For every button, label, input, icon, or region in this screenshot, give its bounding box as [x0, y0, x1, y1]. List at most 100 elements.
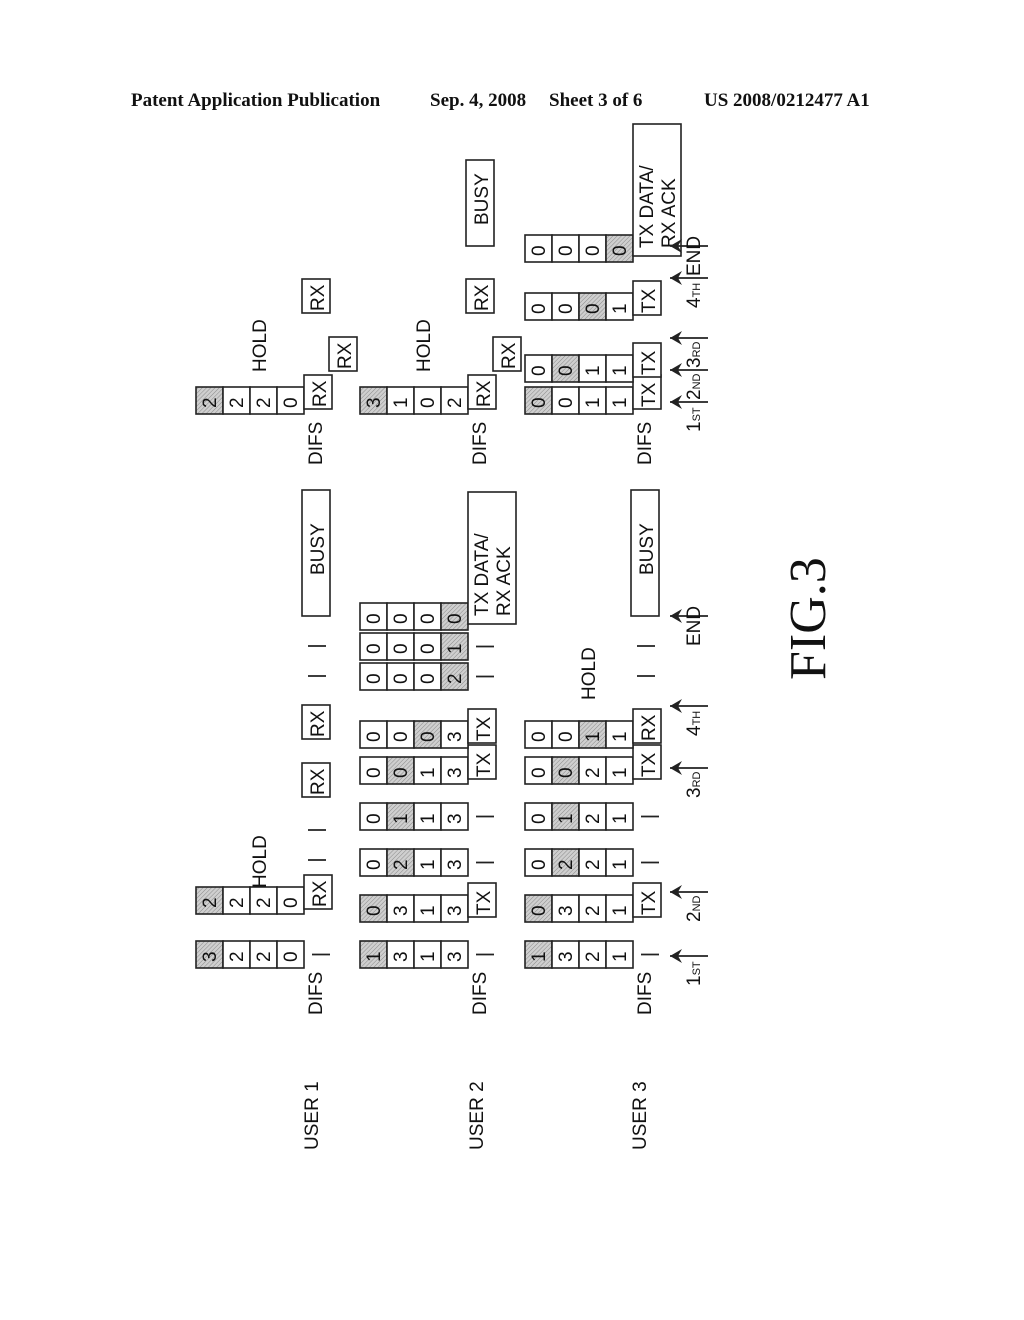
backoff-value: 1	[529, 951, 550, 962]
backoff-value: 1	[445, 643, 466, 654]
user1-block: 2220	[195, 886, 305, 915]
backoff-value: 0	[418, 731, 439, 742]
rx-ack-label: RX ACK	[494, 546, 515, 616]
backoff-value: 1	[610, 813, 631, 824]
hold-label: HOLD	[250, 319, 271, 372]
user3-block: 0221	[524, 848, 634, 877]
backoff-value: 2	[254, 897, 275, 908]
backoff-value: 3	[445, 951, 466, 962]
backoff-value: 0	[281, 897, 302, 908]
backoff-value: 0	[391, 731, 412, 742]
backoff-value: 3	[445, 731, 466, 742]
backoff-value: 2	[556, 859, 577, 870]
backoff-value: 0	[529, 731, 550, 742]
backoff-value: 3	[445, 813, 466, 824]
difs-label: DIFS	[306, 422, 327, 465]
backoff-value: 3	[556, 951, 577, 962]
backoff-value: 0	[556, 767, 577, 778]
backoff-value: 0	[364, 813, 385, 824]
backoff-value: 2	[583, 905, 604, 916]
user3-tx-box-label: TX	[639, 350, 660, 375]
backoff-value: 0	[529, 245, 550, 256]
backoff-value: 0	[418, 643, 439, 654]
user3-tx-box-label: TX	[639, 382, 660, 407]
backoff-value: 0	[529, 813, 550, 824]
backoff-value: 0	[445, 613, 466, 624]
difs-label: DIFS	[306, 972, 327, 1015]
backoff-value: 1	[610, 731, 631, 742]
backoff-value: 0	[556, 303, 577, 314]
backoff-value: 2	[200, 897, 221, 908]
backoff-value: 3	[391, 951, 412, 962]
difs-label: DIFS	[635, 972, 656, 1015]
user3-block: 0011	[524, 386, 634, 415]
backoff-value: 0	[391, 767, 412, 778]
backoff-value: 2	[583, 813, 604, 824]
backoff-value: 1	[610, 303, 631, 314]
backoff-value: 0	[364, 905, 385, 916]
backoff-value: 1	[418, 905, 439, 916]
arrow-label-5: END	[684, 606, 705, 646]
backoff-value: 0	[418, 397, 439, 408]
backoff-value: 1	[610, 859, 631, 870]
arrow2-label-4: 4TH	[684, 283, 705, 308]
backoff-value: 0	[529, 397, 550, 408]
backoff-value: 3	[391, 905, 412, 916]
user2-block: 0013	[359, 756, 469, 785]
backoff-value: 2	[254, 397, 275, 408]
backoff-value: 3	[364, 397, 385, 408]
user3-rx-box-label: RX	[639, 714, 660, 741]
user2-block: 0213	[359, 848, 469, 877]
backoff-value: 3	[445, 767, 466, 778]
user1-block: 3220	[195, 940, 305, 969]
user2-block: 0313	[359, 894, 469, 923]
rx-ack-label: RX ACK	[659, 178, 680, 248]
difs-label: DIFS	[635, 422, 656, 465]
backoff-value: 1	[610, 951, 631, 962]
figure-label: FIG.3	[780, 557, 837, 680]
arrow-label-3: 3RD	[684, 771, 705, 798]
user3-block: 0121	[524, 802, 634, 831]
arrow-label-2: 2ND	[684, 895, 705, 922]
user2-block: 0113	[359, 802, 469, 831]
backoff-value: 2	[445, 397, 466, 408]
user-label-1: USER 1	[302, 1081, 323, 1150]
backoff-value: 3	[445, 859, 466, 870]
backoff-value: 3	[445, 905, 466, 916]
user2-block: 0000	[359, 602, 469, 631]
diagram-layer: USER 1 USER 2 USER 3 DIFS DIFS DIFS DIFS DIFS DI…	[195, 123, 708, 1150]
user2-block: 0001	[359, 632, 469, 661]
backoff-value: 1	[391, 813, 412, 824]
backoff-value: 0	[556, 245, 577, 256]
hold-label: HOLD	[414, 319, 435, 372]
backoff-value: 0	[610, 245, 631, 256]
backoff-value: 1	[556, 813, 577, 824]
backoff-value: 2	[445, 673, 466, 684]
tx-data-label: TX DATA/	[472, 533, 493, 616]
difs-label: DIFS	[470, 422, 491, 465]
backoff-value: 0	[556, 397, 577, 408]
busy-label: BUSY	[308, 523, 329, 575]
backoff-value: 0	[529, 303, 550, 314]
backoff-value: 0	[529, 905, 550, 916]
user2-block: 3102	[359, 386, 469, 415]
arrow2-label-3: 3RD	[684, 341, 705, 368]
backoff-value: 2	[583, 767, 604, 778]
hold-label: HOLD	[579, 647, 600, 700]
backoff-value: 1	[583, 731, 604, 742]
user2-tx-box-label: TX	[474, 890, 495, 915]
backoff-value: 2	[254, 951, 275, 962]
backoff-value: 2	[583, 859, 604, 870]
backoff-value: 0	[529, 767, 550, 778]
user-label-3: USER 3	[630, 1081, 651, 1150]
user3-tx-box-label: TX	[639, 288, 660, 313]
user3-block: 0001	[524, 292, 634, 321]
backoff-value: 2	[583, 951, 604, 962]
timing-diagram: USER 1 USER 2 USER 3 DIFS DIFS DIFS DIFS DIFS DI…	[195, 123, 837, 1150]
backoff-value: 0	[391, 643, 412, 654]
backoff-value: 0	[364, 613, 385, 624]
backoff-value: 0	[364, 767, 385, 778]
slot-box-label: RX	[308, 710, 329, 737]
backoff-value: 0	[391, 673, 412, 684]
backoff-value: 0	[418, 673, 439, 684]
